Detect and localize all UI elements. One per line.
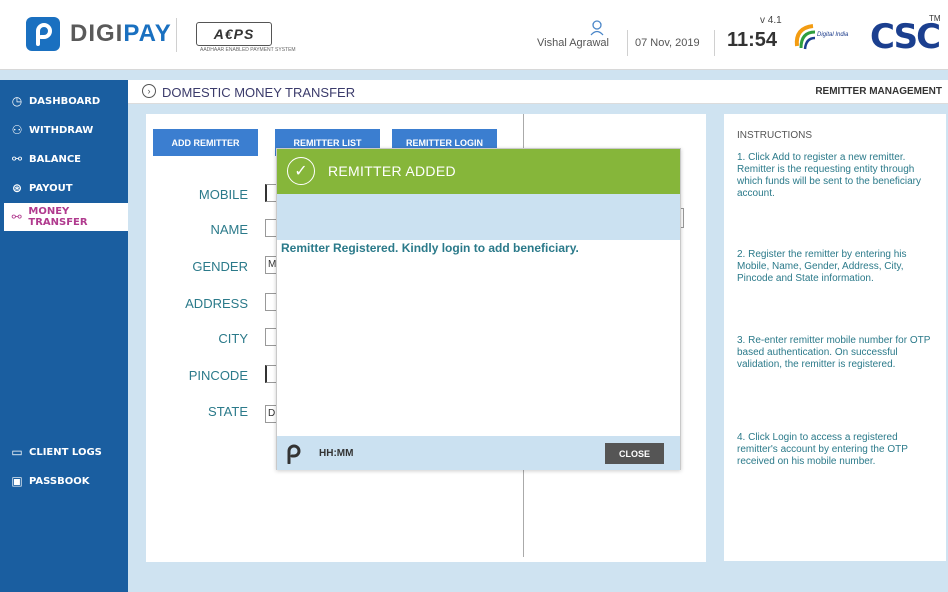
sidebar-item-client-logs[interactable]: ▭ CLIENT LOGS xyxy=(0,438,128,466)
remitter-added-dialog: ✓ REMITTER ADDED Remitter Registered. Ki… xyxy=(276,148,681,470)
sidebar-item-label: CLIENT LOGS xyxy=(29,446,102,458)
current-time: 11:54 xyxy=(727,29,778,51)
digipay-logo-icon xyxy=(26,17,60,51)
trademark-mark: TM xyxy=(929,14,941,23)
state-label: STATE xyxy=(208,404,248,419)
dialog-header: ✓ REMITTER ADDED xyxy=(277,149,680,194)
section-title: REMITTER MANAGEMENT xyxy=(815,86,942,97)
csc-logo: CSC xyxy=(870,17,941,57)
dashboard-icon: ◷ xyxy=(11,94,23,108)
aeps-tagline: AADHAAR ENABLED PAYMENT SYSTEM xyxy=(200,47,296,53)
money-transfer-icon: ⚯ xyxy=(11,210,22,224)
digipay-logo-icon xyxy=(284,442,304,465)
app-version: v 4.1 xyxy=(760,15,782,26)
mobile-label: MOBILE xyxy=(198,187,248,202)
sidebar-item-dashboard[interactable]: ◷ DASHBOARD xyxy=(0,87,128,115)
instruction-item: 4. Click Login to access a registered re… xyxy=(737,432,908,467)
sidebar-item-withdraw[interactable]: ⚇ WITHDRAW xyxy=(0,116,128,144)
dialog-message: Remitter Registered. Kindly login to add… xyxy=(281,241,579,255)
checkmark-icon: ✓ xyxy=(287,157,315,185)
sidebar-item-label: BALANCE xyxy=(29,153,82,165)
dialog-band xyxy=(277,194,680,240)
chevron-right-icon[interactable]: › xyxy=(142,84,156,98)
city-label: CITY xyxy=(218,331,248,346)
header-divider xyxy=(714,30,715,56)
current-date: 07 Nov, 2019 xyxy=(635,37,700,49)
name-label: NAME xyxy=(210,222,248,237)
brand-name: DIGIPAY xyxy=(70,20,172,47)
aeps-logo: A€PS xyxy=(196,22,272,46)
dialog-title: REMITTER ADDED xyxy=(328,163,456,179)
close-button[interactable]: CLOSE xyxy=(605,443,664,464)
digital-india-text: Digital India xyxy=(817,32,849,38)
sidebar-item-label: WITHDRAW xyxy=(29,124,94,136)
time-placeholder: HH:MM xyxy=(319,448,354,459)
instruction-item: 1. Click Add to register a new remitter.… xyxy=(737,152,921,199)
instruction-item: 3. Re-enter remitter mobile number for O… xyxy=(737,335,931,370)
page-title: DOMESTIC MONEY TRANSFER xyxy=(162,85,356,100)
instructions-title: INSTRUCTIONS xyxy=(737,130,812,141)
header-divider xyxy=(627,30,628,56)
payout-icon: ⊛ xyxy=(11,181,23,195)
sidebar-item-balance[interactable]: ⚯ BALANCE xyxy=(0,145,128,173)
sidebar-item-money-transfer[interactable]: ⚯ MONEY TRANSFER xyxy=(4,203,128,231)
withdraw-icon: ⚇ xyxy=(11,123,23,137)
app-header: DIGIPAY A€PS AADHAAR ENABLED PAYMENT SYS… xyxy=(0,0,948,70)
instructions-panel: INSTRUCTIONS 1. Click Add to register a … xyxy=(724,114,946,561)
sidebar-item-label: MONEY TRANSFER xyxy=(28,206,88,228)
sidebar-item-payout[interactable]: ⊛ PAYOUT xyxy=(0,174,128,202)
balance-icon: ⚯ xyxy=(11,152,23,166)
user-name: Vishal Agrawal xyxy=(537,37,609,49)
breadcrumb: › DOMESTIC MONEY TRANSFER REMITTER MANAG… xyxy=(128,80,948,104)
sidebar-item-label: PAYOUT xyxy=(29,182,73,194)
sidebar: ◷ DASHBOARD ⚇ WITHDRAW ⚯ BALANCE ⊛ PAYOU… xyxy=(0,80,128,592)
client-logs-icon: ▭ xyxy=(11,445,23,459)
add-remitter-button[interactable]: ADD REMITTER xyxy=(153,129,258,156)
header-divider xyxy=(176,18,177,52)
gender-label: GENDER xyxy=(192,259,248,274)
sidebar-item-label: PASSBOOK xyxy=(29,475,90,487)
sidebar-item-label: DASHBOARD xyxy=(29,95,101,107)
passbook-icon: ▣ xyxy=(11,474,23,488)
sidebar-item-passbook[interactable]: ▣ PASSBOOK xyxy=(0,467,128,495)
pincode-label: PINCODE xyxy=(188,368,248,383)
address-label: ADDRESS xyxy=(185,296,248,311)
instruction-item: 2. Register the remitter by entering his… xyxy=(737,249,907,284)
dialog-footer: HH:MM CLOSE xyxy=(277,436,680,470)
